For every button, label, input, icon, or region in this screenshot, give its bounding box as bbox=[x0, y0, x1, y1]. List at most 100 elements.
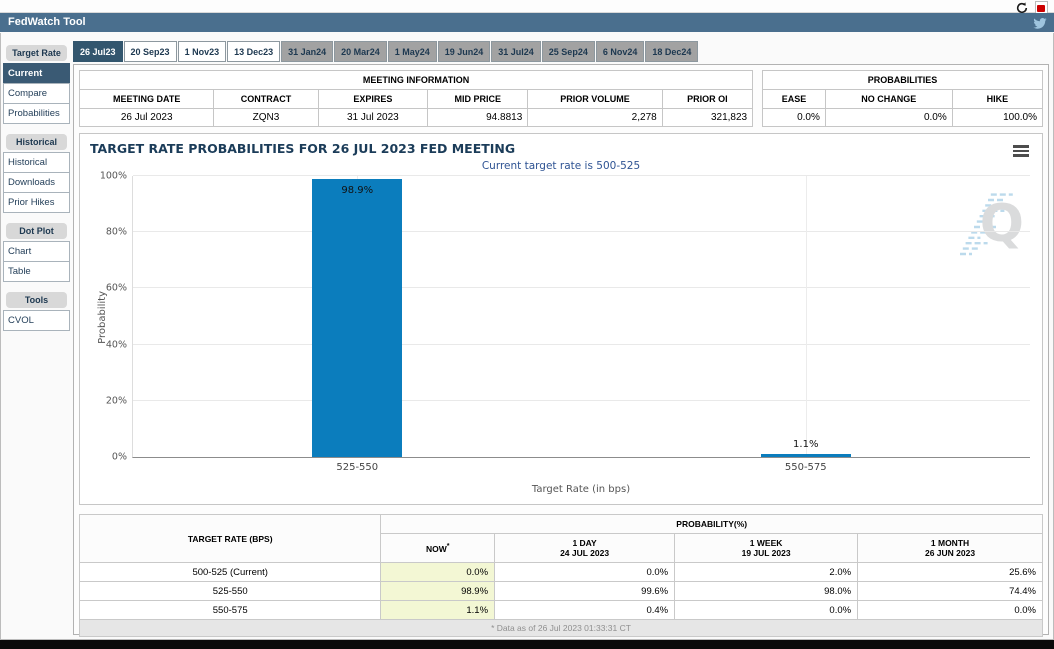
chart-menu-icon[interactable] bbox=[1013, 145, 1029, 159]
table-row: 500-525 (Current) 0.0% 0.0% 2.0% 25.6% bbox=[78, 562, 1043, 582]
month-probability-cell: 0.0% bbox=[857, 600, 1043, 620]
tab-6-nov24[interactable]: 6 Nov24 bbox=[595, 41, 645, 62]
week-probability-cell: 98.0% bbox=[674, 581, 859, 601]
sidebar-item-historical[interactable]: Historical bbox=[3, 152, 70, 173]
watermark-dashes bbox=[960, 193, 1013, 256]
tab-19-jun24[interactable]: 19 Jun24 bbox=[437, 41, 491, 62]
meeting-info-value-row: 26 Jul 2023 ZQN3 31 Jul 2023 94.8813 2,278 32… bbox=[80, 109, 752, 126]
target-rate-cell: 525-550 bbox=[78, 581, 382, 601]
tab-20-mar24[interactable]: 20 Mar24 bbox=[334, 41, 387, 62]
meeting-info-column-header: PRIOR VOLUME bbox=[528, 90, 663, 108]
bar-value-label: 98.9% bbox=[341, 185, 374, 197]
info-row: MEETING INFORMATION MEETING DATE CONTRACT… bbox=[79, 70, 1043, 127]
now-probability-cell: 0.0% bbox=[380, 562, 496, 582]
y-axis-tick-label: 80% bbox=[105, 226, 127, 238]
month-probability-cell: 74.4% bbox=[857, 581, 1043, 601]
sidebar-item-current[interactable]: Current bbox=[3, 63, 70, 84]
meeting-info-value: 26 Jul 2023 bbox=[80, 109, 215, 126]
probability-group-header: PROBABILITY(%) bbox=[380, 514, 1043, 534]
horizontal-gridline bbox=[133, 231, 1030, 233]
day-probability-cell: 0.4% bbox=[494, 600, 676, 620]
bar-value-label: 1.1% bbox=[793, 438, 819, 450]
table-row: 525-550 98.9% 99.6% 98.0% 74.4% bbox=[78, 581, 1043, 601]
y-axis-tick-label: 60% bbox=[105, 282, 127, 294]
y-axis-tick-label: 0% bbox=[111, 451, 127, 463]
probability-table-subheader: NOW* bbox=[380, 533, 496, 563]
plot-area: Q 0% 20% 40% 60% 80% 100% 98.9% 525-550 1.1% 550-… bbox=[100, 171, 1030, 473]
meeting-info-value: 94.8813 bbox=[428, 109, 529, 126]
horizontal-gridline bbox=[133, 343, 1030, 345]
meeting-info-title: MEETING INFORMATION bbox=[80, 71, 753, 90]
bottom-bar bbox=[0, 640, 1054, 649]
now-probability-cell: 98.9% bbox=[380, 581, 496, 601]
sidebar-section: Dot Plot Chart Table bbox=[3, 223, 70, 282]
sidebar-section: Historical Historical Downloads Prior Hikes bbox=[3, 134, 70, 213]
probabilities-summary-title: PROBABILITIES bbox=[763, 71, 1042, 90]
sidebar-item-downloads[interactable]: Downloads bbox=[3, 172, 70, 193]
fedwatch-window: FedWatch Tool Target Rate Current Compare P… bbox=[0, 0, 1054, 649]
sidebar-section: Target Rate Current Compare Probabilities bbox=[3, 45, 70, 124]
tab-20-sep23[interactable]: 20 Sep23 bbox=[123, 41, 177, 62]
meeting-info-column-header: MEETING DATE bbox=[80, 90, 215, 108]
week-probability-cell: 2.0% bbox=[674, 562, 859, 582]
content-panel: MEETING INFORMATION MEETING DATE CONTRACT… bbox=[73, 64, 1049, 649]
sidebar-section-header: Dot Plot bbox=[6, 223, 67, 239]
app-header: FedWatch Tool bbox=[0, 13, 1054, 32]
probabilities-summary-value: 0.0% bbox=[826, 109, 953, 126]
y-axis-tick-label: 20% bbox=[105, 395, 127, 407]
x-axis-tick-label: 550-575 bbox=[784, 462, 827, 473]
tab-1-nov23[interactable]: 1 Nov23 bbox=[177, 41, 227, 62]
week-probability-cell: 0.0% bbox=[674, 600, 859, 620]
sidebar-section-header: Target Rate bbox=[6, 45, 67, 61]
probabilities-summary-table: PROBABILITIES EASE NO CHANGE HIKE 0.0% 0.0%… bbox=[762, 70, 1043, 127]
tab-13-dec23[interactable]: 13 Dec23 bbox=[227, 41, 281, 62]
probability-bar[interactable] bbox=[760, 453, 851, 457]
probability-table-subheader: 1 WEEK 19 JUL 2023 bbox=[674, 533, 859, 563]
x-axis-title: Target Rate (in bps) bbox=[531, 484, 631, 495]
sidebar-item-probabilities[interactable]: Probabilities bbox=[3, 103, 70, 124]
probabilities-summary-value: 100.0% bbox=[1003, 112, 1037, 123]
probability-table-subheader: 1 MONTH 26 JUN 2023 bbox=[857, 533, 1043, 563]
tab-31-jan24[interactable]: 31 Jan24 bbox=[281, 41, 334, 62]
sidebar-section-header: Historical bbox=[6, 134, 67, 150]
horizontal-gridline bbox=[133, 399, 1030, 401]
meeting-date-tabs: 26 Jul23 20 Sep23 1 Nov23 13 Dec23 31 Jan24 2… bbox=[73, 41, 1049, 64]
day-probability-cell: 99.6% bbox=[494, 581, 676, 601]
app-title: FedWatch Tool bbox=[8, 16, 86, 28]
top-strip bbox=[0, 0, 1054, 15]
probability-bar[interactable] bbox=[312, 179, 403, 457]
probability-table-subheader: 1 DAY 24 JUL 2023 bbox=[494, 533, 676, 563]
sidebar-item-chart[interactable]: Chart bbox=[3, 241, 70, 262]
table-row: 550-575 1.1% 0.4% 0.0% 0.0% bbox=[78, 600, 1043, 620]
sidebar: Target Rate Current Compare Probabilities Hi… bbox=[3, 45, 70, 331]
probabilities-summary-column-header: HIKE bbox=[986, 94, 1009, 104]
target-rate-cell: 500-525 (Current) bbox=[78, 562, 382, 582]
sidebar-item-compare[interactable]: Compare bbox=[3, 83, 70, 104]
probability-chart: TARGET RATE PROBABILITIES FOR 26 JUL 202… bbox=[79, 133, 1043, 505]
tab-18-dec24[interactable]: 18 Dec24 bbox=[645, 41, 699, 62]
probabilities-summary-value-row: 0.0% 0.0% 100.0% bbox=[763, 109, 1042, 126]
probabilities-summary-column-header: NO CHANGE bbox=[826, 90, 953, 108]
meeting-info-column-header: PRIOR OI bbox=[687, 94, 728, 104]
month-probability-cell: 25.6% bbox=[857, 562, 1043, 582]
quikstrike-watermark: Q bbox=[956, 180, 1026, 258]
vertical-gridline bbox=[805, 176, 807, 457]
day-probability-cell: 0.0% bbox=[494, 562, 676, 582]
now-probability-cell: 1.1% bbox=[380, 600, 496, 620]
target-rate-cell: 550-575 bbox=[78, 600, 382, 620]
tab-25-sep24[interactable]: 25 Sep24 bbox=[541, 41, 595, 62]
y-axis-title: Probability bbox=[96, 290, 108, 344]
chart-subtitle: Current target rate is 500-525 bbox=[481, 160, 641, 172]
sidebar-item-table[interactable]: Table bbox=[3, 261, 70, 282]
tab-31-jul24[interactable]: 31 Jul24 bbox=[491, 41, 541, 62]
sidebar-item-cvol[interactable]: CVOL bbox=[3, 310, 70, 331]
pdf-glyph bbox=[1037, 5, 1045, 12]
probabilities-summary-column-header: EASE bbox=[763, 90, 826, 108]
meeting-info-value: 321,823 bbox=[710, 112, 748, 123]
watermark-q: Q bbox=[979, 194, 1024, 254]
tab-1-may24[interactable]: 1 May24 bbox=[387, 41, 437, 62]
x-axis-tick-label: 525-550 bbox=[336, 462, 379, 473]
meeting-info-column-header: EXPIRES bbox=[319, 90, 429, 108]
sidebar-item-prior-hikes[interactable]: Prior Hikes bbox=[3, 192, 70, 213]
tab-26-jul23[interactable]: 26 Jul23 bbox=[73, 41, 123, 62]
